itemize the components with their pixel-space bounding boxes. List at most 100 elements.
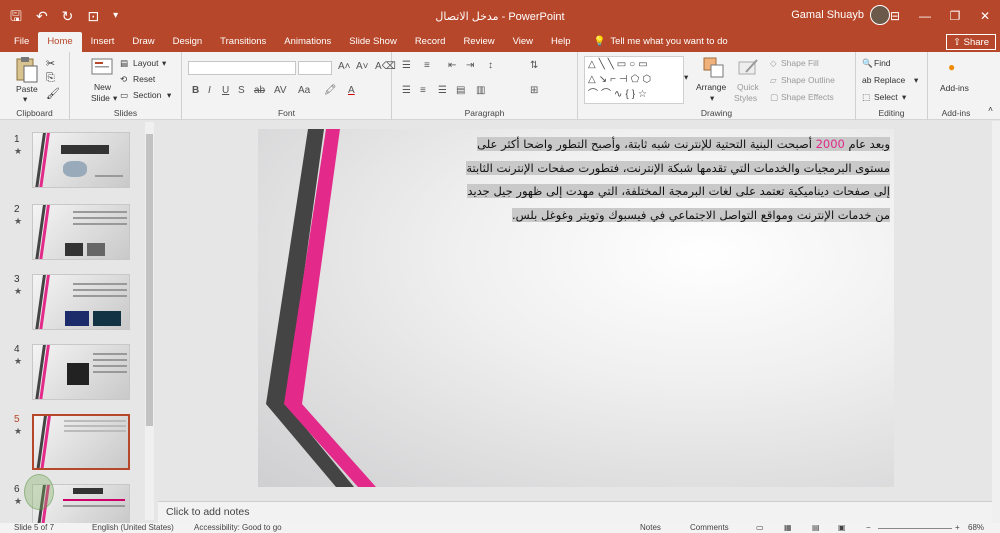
strikethrough-icon[interactable]: ab bbox=[254, 85, 265, 96]
format-painter-icon[interactable]: 🖌 bbox=[46, 87, 60, 100]
text-direction-icon[interactable]: ⇅ bbox=[530, 60, 538, 71]
tab-record[interactable]: Record bbox=[406, 32, 455, 52]
align-right-icon[interactable]: ☰ bbox=[438, 85, 447, 96]
undo-icon[interactable]: ↶ bbox=[36, 0, 48, 32]
decrease-font-icon[interactable]: A˅ bbox=[356, 61, 369, 72]
slide-scrollbar[interactable] bbox=[992, 121, 1000, 523]
shadow-icon[interactable]: S bbox=[238, 85, 245, 96]
tab-slide-show[interactable]: Slide Show bbox=[340, 32, 406, 52]
zoom-slider[interactable] bbox=[878, 528, 952, 529]
find-button[interactable]: Find bbox=[874, 58, 891, 68]
tab-transitions[interactable]: Transitions bbox=[211, 32, 275, 52]
save-icon[interactable]: 🖫 bbox=[10, 0, 22, 32]
slide-thumbnail-1[interactable] bbox=[32, 132, 130, 188]
redo-icon[interactable]: ↻ bbox=[62, 0, 74, 32]
align-left-icon[interactable]: ☰ bbox=[402, 85, 411, 96]
bold-icon[interactable]: B bbox=[192, 85, 199, 96]
user-name[interactable]: Gamal Shuayb bbox=[791, 9, 864, 21]
slide-sorter-icon[interactable]: ▦ bbox=[784, 523, 792, 533]
align-text-icon[interactable]: ⊞ bbox=[530, 85, 538, 96]
decrease-indent-icon[interactable]: ⇤ bbox=[448, 60, 456, 71]
paste-icon[interactable] bbox=[14, 56, 40, 84]
numbering-icon[interactable]: ≡ bbox=[424, 60, 430, 71]
quick-styles-button[interactable]: Quick bbox=[737, 82, 759, 92]
font-color-icon[interactable]: A bbox=[348, 85, 355, 96]
change-case-icon[interactable]: Aa bbox=[298, 85, 310, 96]
tab-draw[interactable]: Draw bbox=[123, 32, 163, 52]
close-icon[interactable]: ✕ bbox=[970, 0, 1000, 32]
reset-button[interactable]: Reset bbox=[133, 74, 155, 84]
tab-help[interactable]: Help bbox=[542, 32, 580, 52]
section-dropdown-icon[interactable]: ▾ bbox=[167, 90, 171, 101]
arrange-icon[interactable] bbox=[702, 56, 726, 80]
slide-thumbnail-3[interactable] bbox=[32, 274, 130, 330]
reading-view-icon[interactable]: ▤ bbox=[812, 523, 820, 533]
share-button[interactable]: ⇪ Share bbox=[946, 34, 996, 50]
tell-me-box[interactable]: 💡 Tell me what you want to do bbox=[594, 32, 728, 52]
shapes-gallery-more-icon[interactable]: ▾ bbox=[684, 72, 688, 83]
tab-insert[interactable]: Insert bbox=[82, 32, 124, 52]
layout-dropdown-icon[interactable]: ▾ bbox=[162, 58, 166, 69]
slideshow-view-icon[interactable]: ▣ bbox=[838, 523, 846, 533]
slide-body-text[interactable]: وبعد عام 2000 أصبحت البنية التحتية للإنت… bbox=[420, 133, 890, 227]
customize-qat-icon[interactable]: ▾ bbox=[113, 0, 118, 32]
justify-icon[interactable]: ▤ bbox=[456, 85, 465, 96]
bullets-icon[interactable]: ☰ bbox=[402, 60, 411, 71]
new-slide-dropdown-icon[interactable]: ▾ bbox=[113, 93, 117, 104]
italic-icon[interactable]: I bbox=[208, 85, 211, 96]
tab-view[interactable]: View bbox=[504, 32, 542, 52]
new-slide-label-2[interactable]: Slide bbox=[91, 93, 110, 103]
accessibility-status[interactable]: Accessibility: Good to go bbox=[194, 523, 282, 533]
shape-outline-button[interactable]: Shape Outline bbox=[781, 75, 835, 85]
select-button[interactable]: Select bbox=[874, 92, 898, 102]
minimize-icon[interactable]: — bbox=[910, 0, 940, 32]
new-slide-label[interactable]: New bbox=[94, 82, 111, 92]
line-spacing-icon[interactable]: ↕ bbox=[488, 60, 493, 71]
new-slide-icon[interactable] bbox=[90, 56, 114, 78]
collapse-ribbon-icon[interactable]: ˄ bbox=[988, 104, 993, 114]
tab-design[interactable]: Design bbox=[164, 32, 212, 52]
font-name-combo[interactable] bbox=[188, 61, 296, 75]
slide-thumbnail-2[interactable] bbox=[32, 204, 130, 260]
paste-button[interactable]: Paste bbox=[16, 84, 38, 94]
comments-button[interactable]: Comments bbox=[690, 523, 729, 533]
cut-icon[interactable]: ✂ bbox=[46, 57, 55, 70]
normal-view-icon[interactable]: ▭ bbox=[756, 523, 764, 533]
addins-button[interactable]: Add-ins bbox=[940, 83, 969, 93]
current-slide[interactable]: وبعد عام 2000 أصبحت البنية التحتية للإنت… bbox=[258, 129, 894, 487]
language-status[interactable]: English (United States) bbox=[92, 523, 174, 533]
highlight-icon[interactable]: 🖍 bbox=[324, 85, 337, 96]
increase-indent-icon[interactable]: ⇥ bbox=[466, 60, 474, 71]
underline-icon[interactable]: U bbox=[222, 85, 229, 96]
slide-thumbnail-4[interactable] bbox=[32, 344, 130, 400]
shape-effects-button[interactable]: Shape Effects bbox=[781, 92, 834, 102]
zoom-in-icon[interactable]: + bbox=[955, 523, 960, 533]
replace-dropdown-icon[interactable]: ▾ bbox=[914, 75, 918, 86]
ribbon-display-icon[interactable]: ⊟ bbox=[880, 0, 910, 32]
notes-pane[interactable]: Click to add notes bbox=[158, 501, 992, 523]
zoom-out-icon[interactable]: − bbox=[866, 523, 871, 533]
shape-fill-button[interactable]: Shape Fill bbox=[781, 58, 819, 68]
char-spacing-icon[interactable]: AV bbox=[274, 85, 287, 96]
thumbnail-scrollbar-thumb[interactable] bbox=[146, 134, 153, 426]
quick-styles-button-2[interactable]: Styles bbox=[734, 93, 757, 103]
layout-button[interactable]: Layout bbox=[133, 58, 159, 68]
arrange-dropdown-icon[interactable]: ▾ bbox=[710, 93, 714, 104]
quick-styles-icon[interactable] bbox=[736, 56, 760, 80]
paste-dropdown-icon[interactable]: ▾ bbox=[23, 94, 27, 105]
section-button[interactable]: Section bbox=[133, 90, 161, 100]
columns-icon[interactable]: ▥ bbox=[476, 85, 485, 96]
slide-thumbnail-5[interactable] bbox=[32, 414, 130, 470]
notes-button[interactable]: Notes bbox=[640, 523, 661, 533]
replace-button[interactable]: Replace bbox=[874, 75, 905, 85]
align-center-icon[interactable]: ≡ bbox=[420, 85, 426, 96]
tab-file[interactable]: File bbox=[0, 32, 38, 52]
select-dropdown-icon[interactable]: ▾ bbox=[902, 92, 906, 103]
shapes-gallery[interactable]: △╲╲▭○▭ △↘⌐⊣⬠⬡ ⌒⌒∿{}☆ bbox=[584, 56, 684, 104]
tab-animations[interactable]: Animations bbox=[275, 32, 340, 52]
tab-review[interactable]: Review bbox=[454, 32, 503, 52]
zoom-level[interactable]: 68% bbox=[968, 523, 984, 533]
copy-icon[interactable]: ⎘ bbox=[46, 72, 55, 85]
increase-font-icon[interactable]: A˄ bbox=[338, 61, 351, 72]
present-icon[interactable]: ⊡ bbox=[87, 0, 99, 32]
